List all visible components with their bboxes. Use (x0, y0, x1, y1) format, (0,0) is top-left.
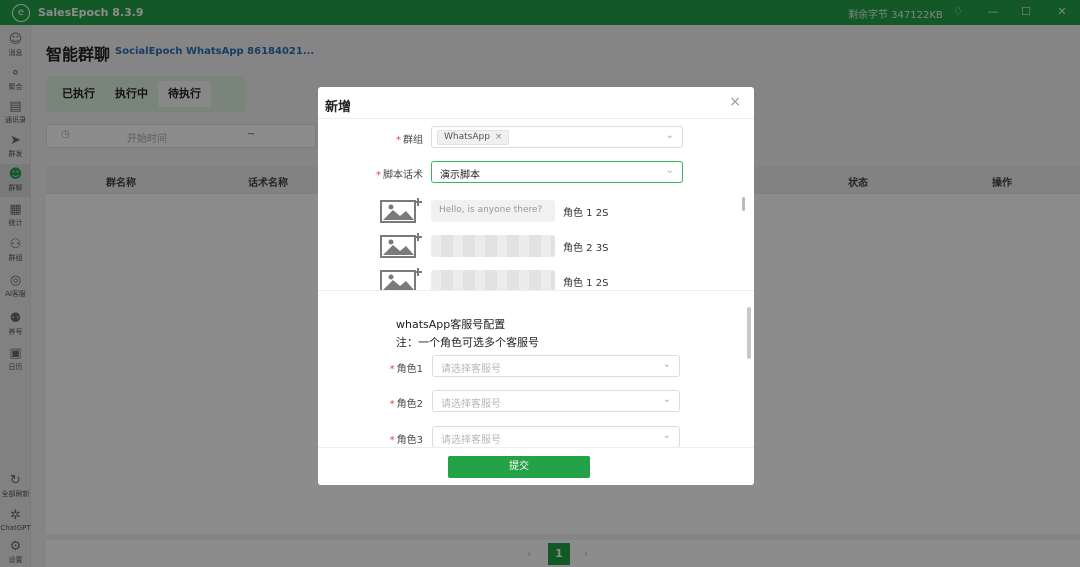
chevron-down-icon: ⌄ (665, 130, 674, 141)
role2-placeholder: 请选择客服号 (441, 399, 501, 410)
role3-select[interactable]: 请选择客服号 ⌄ (432, 426, 680, 448)
script-preview: Hello, is anyone there? 角色 1 2S 角色 2 3S … (318, 195, 754, 291)
role1-placeholder: 请选择客服号 (441, 364, 501, 375)
script-line: 角色 2 3S (380, 232, 680, 258)
role1-select[interactable]: 请选择客服号 ⌄ (432, 355, 680, 377)
script-message-bubble: Hello, is anyone there? (431, 200, 555, 222)
close-icon[interactable]: × (729, 94, 741, 110)
script-select-value: 演示脚本 (440, 170, 480, 181)
script-role-delay: 角色 1 2S (563, 278, 609, 289)
role1-label: * 角色1 (389, 364, 423, 375)
image-placeholder-icon (380, 198, 422, 223)
image-placeholder-icon (380, 268, 422, 290)
chevron-down-icon: ⌄ (662, 430, 671, 441)
group-field-label: * 群组 (396, 135, 423, 146)
dialog-scrollbar[interactable] (747, 307, 751, 359)
script-role-delay: 角色 2 3S (563, 243, 609, 254)
script-message-bubble-blurred (431, 235, 555, 257)
script-role-delay: 角色 1 2S (563, 208, 609, 219)
image-placeholder-icon (380, 233, 422, 258)
group-tag: WhatsApp × (437, 130, 510, 145)
add-dialog: 新增 × * 群组 WhatsApp × ⌄ * 脚本话术 演示脚本 ⌄ Hello,… (318, 87, 754, 485)
role2-select[interactable]: 请选择客服号 ⌄ (432, 390, 680, 412)
script-field-label: * 脚本话术 (376, 170, 423, 181)
chevron-down-icon: ⌄ (662, 394, 671, 405)
dialog-footer: 提交 (318, 447, 754, 485)
script-message-bubble-blurred (431, 270, 555, 290)
group-select[interactable]: WhatsApp × ⌄ (431, 126, 683, 148)
script-line: 角色 1 2S (380, 267, 680, 290)
chevron-down-icon: ⌄ (662, 359, 671, 370)
role3-label: * 角色3 (389, 435, 423, 446)
script-select[interactable]: 演示脚本 ⌄ (431, 161, 683, 183)
tag-remove-icon[interactable]: × (495, 132, 503, 142)
config-title: whatsApp客服号配置 (396, 318, 506, 331)
submit-button[interactable]: 提交 (448, 456, 590, 478)
dialog-header: 新增 × (318, 87, 754, 119)
role3-placeholder: 请选择客服号 (441, 435, 501, 446)
script-line: Hello, is anyone there? 角色 1 2S (380, 197, 680, 223)
role2-label: * 角色2 (389, 399, 423, 410)
dialog-title: 新增 (325, 100, 352, 115)
chevron-down-icon: ⌄ (665, 165, 674, 176)
script-preview-scrollbar[interactable] (742, 197, 745, 211)
config-note: 注：一个角色可选多个客服号 (396, 336, 539, 349)
